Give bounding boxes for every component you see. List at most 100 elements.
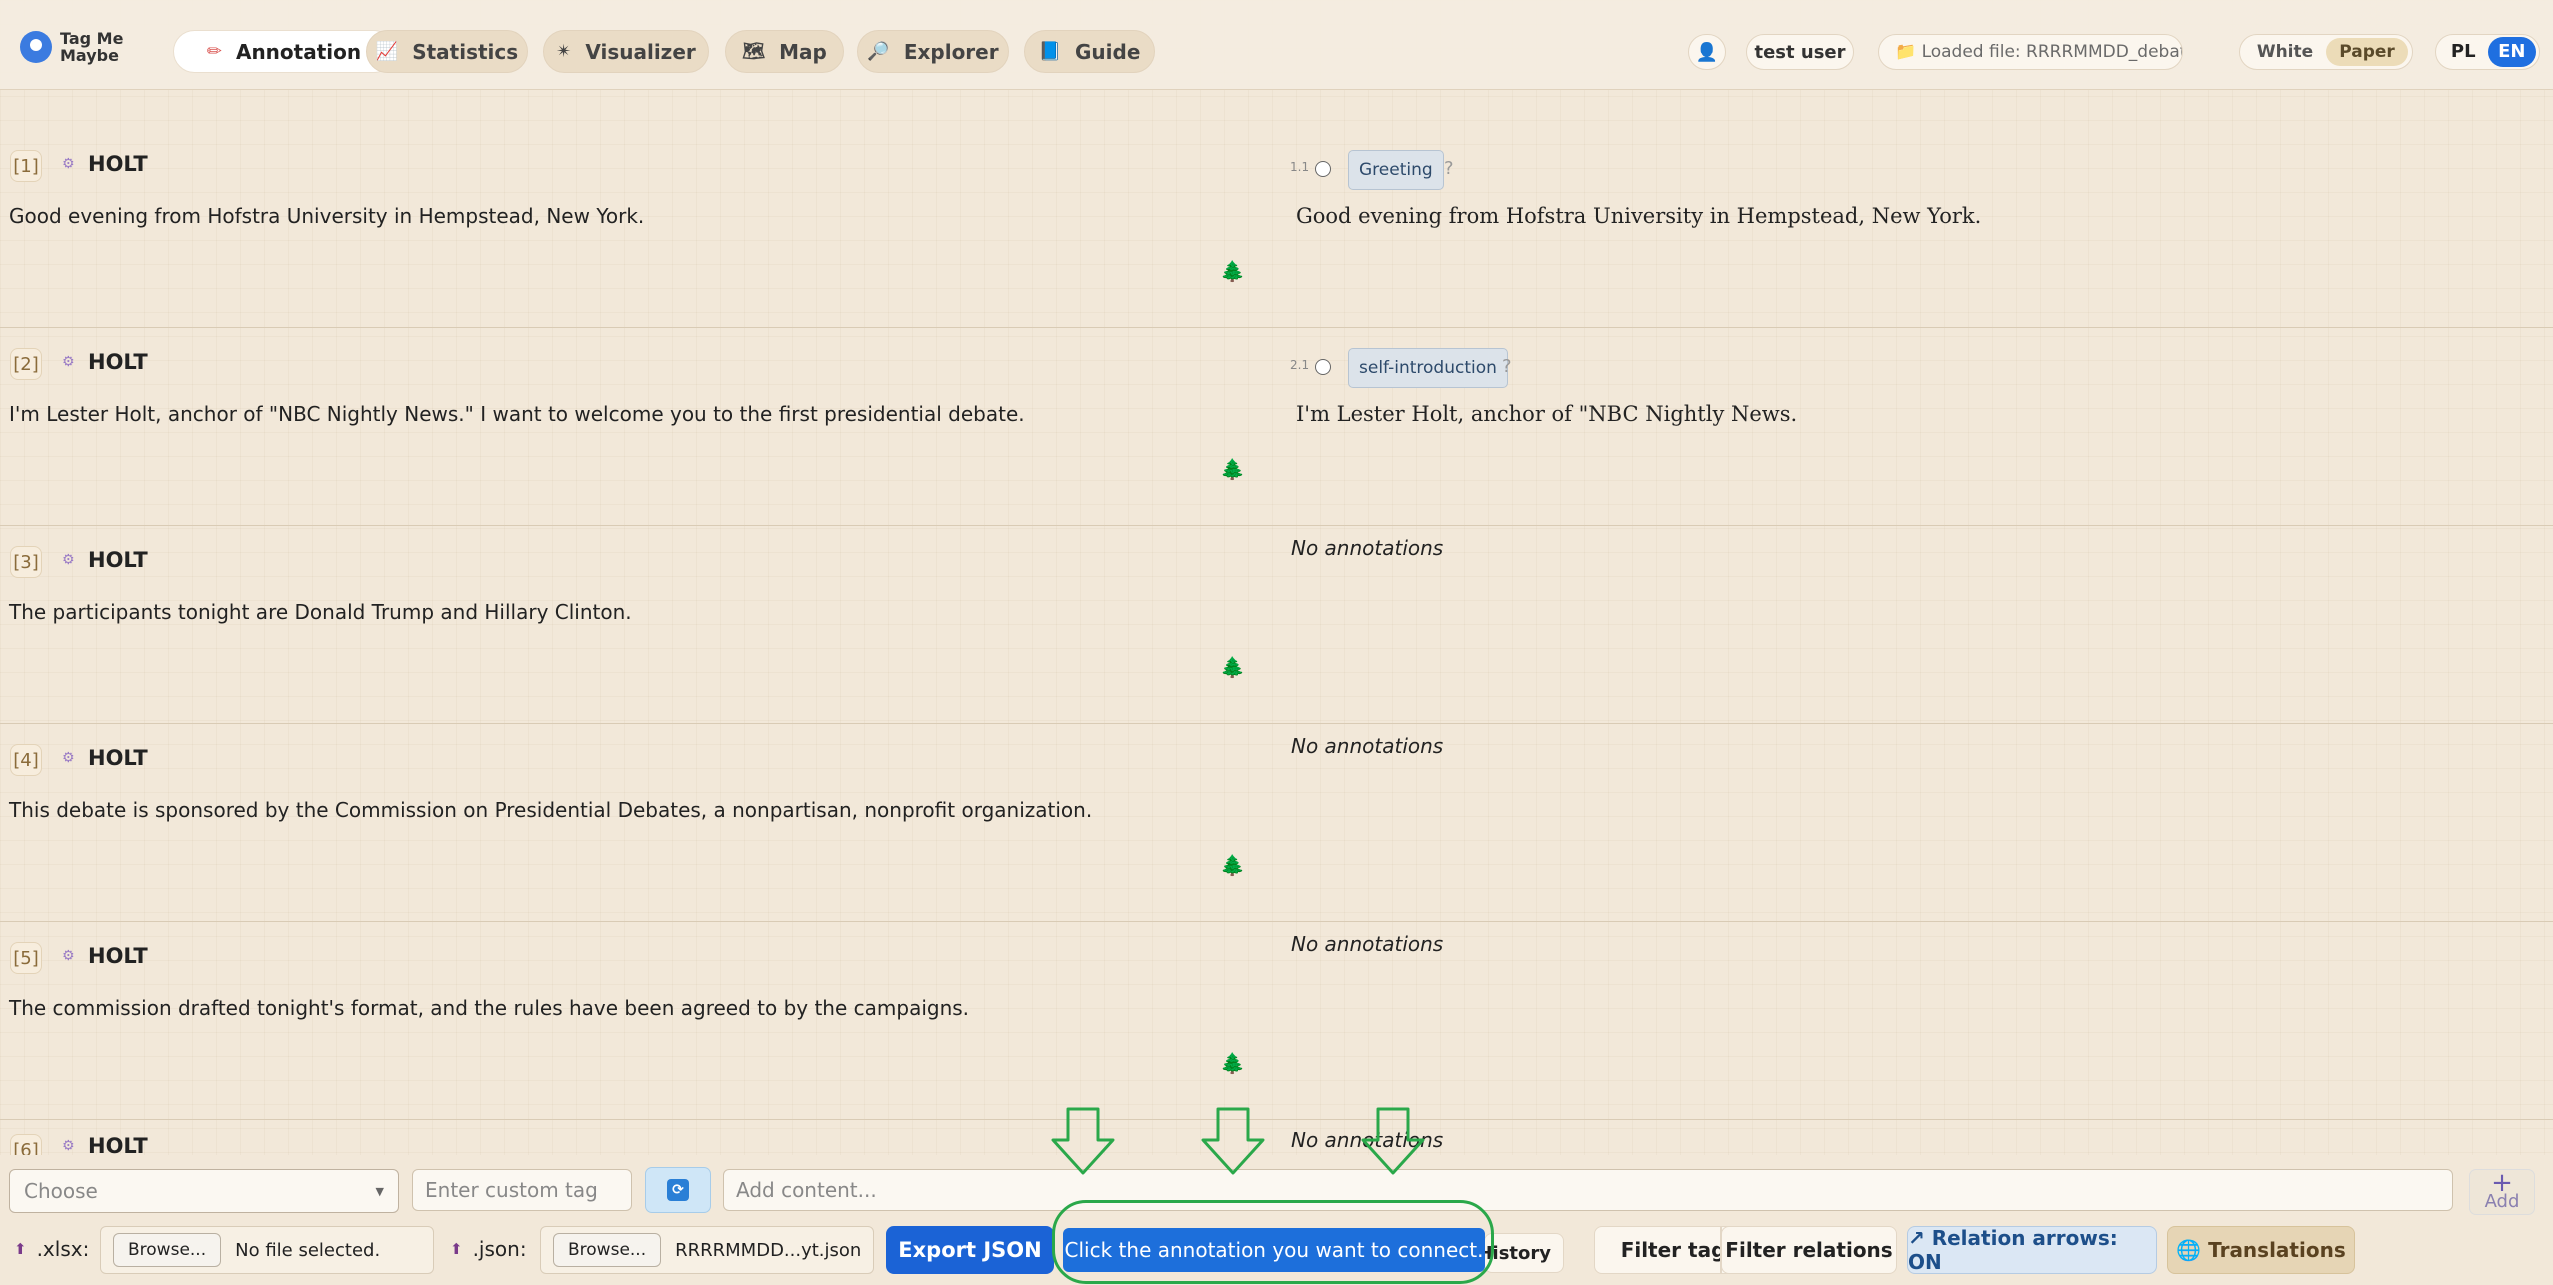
segment-text[interactable]: I'm Lester Holt, anchor of "NBC Nightly … [9,402,1025,426]
no-annotations-label: No annotations [1291,734,1444,758]
gear-icon[interactable]: ⚙ [62,552,75,568]
json-file-name: RRRRMMDD...yt.json [675,1239,862,1261]
json-label: ⬆ .json: [450,1237,527,1261]
annotation-select-radio[interactable] [1315,359,1331,375]
no-annotations-label: No annotations [1291,536,1444,560]
annotation-text[interactable]: Good evening from Hofstra University in … [1296,204,1981,228]
gear-icon[interactable]: ⚙ [62,750,75,766]
tag-select-placeholder: Choose [24,1179,98,1203]
segment-row: [5] ⚙ HOLT The commission drafted tonigh… [0,922,2553,1120]
gear-icon[interactable]: ⚙ [62,948,75,964]
gear-icon[interactable]: ⚙ [62,156,75,172]
tree-icon[interactable]: 🌲 [1220,656,1245,678]
tree-icon[interactable]: 🌲 [1220,260,1245,282]
segment-text[interactable]: The commission drafted tonight's format,… [9,996,969,1020]
theme-white-option[interactable]: White [2244,38,2326,66]
xlsx-file-name: No file selected. [235,1239,381,1261]
segment-number: [1] [10,150,42,182]
relation-arrows-toggle[interactable]: ↗ Relation arrows: ON [1907,1226,2157,1274]
logo-line2: Maybe [60,46,119,65]
segment-text[interactable]: Good evening from Hofstra University in … [9,204,644,228]
speaker-name: HOLT [88,152,148,176]
down-arrow-icon [1051,1107,1115,1175]
refresh-icon: ⟳ [667,1179,689,1201]
content-input[interactable]: Add content... [723,1169,2453,1211]
tree-icon[interactable]: 🌲 [1220,854,1245,876]
refresh-button[interactable]: ⟳ [645,1167,711,1213]
book-icon: 📘 [1038,41,1062,62]
loaded-file-indicator: 📁 Loaded file: RRRRMMDD_debata_cbs n [1878,34,2183,70]
annotation-id: 1.1 [1290,160,1310,174]
chevron-down-icon: ▼ [375,1184,384,1198]
translations-button[interactable]: 🌐 Translations [2167,1226,2355,1274]
custom-tag-input[interactable]: Enter custom tag [412,1169,632,1211]
tree-icon[interactable]: 🌲 [1220,1052,1245,1074]
speaker-name: HOLT [88,548,148,572]
user-icon: 👤 [1695,41,1719,63]
add-label: Add [2484,1191,2520,1212]
tab-statistics-label: Statistics [412,39,519,64]
tab-guide-label: Guide [1075,39,1141,64]
tab-map[interactable]: 🗺 Map [725,30,844,73]
theme-switch: White Paper [2239,34,2413,70]
segment-row: [4] ⚙ HOLT This debate is sponsored by t… [0,724,2553,922]
help-icon[interactable]: ? [1444,158,1454,179]
tab-annotation-label: Annotation [235,39,362,64]
lang-en-option[interactable]: EN [2487,37,2536,67]
no-annotations-label: No annotations [1291,932,1444,956]
theme-paper-option[interactable]: Paper [2326,38,2408,66]
annotation-tag[interactable]: self-introduction [1348,348,1508,388]
user-avatar[interactable]: 👤 [1688,34,1726,70]
user-name[interactable]: test user [1746,34,1854,70]
tab-explorer-label: Explorer [903,39,999,64]
xlsx-file-input[interactable]: Browse... No file selected. [100,1226,434,1274]
json-browse-button[interactable]: Browse... [553,1233,662,1267]
down-arrow-icon [1361,1107,1425,1175]
lang-pl-option[interactable]: PL [2439,37,2488,67]
logo-icon [20,31,52,63]
help-icon[interactable]: ? [1502,356,1512,377]
annotation-id: 2.1 [1290,358,1310,372]
annotation-text[interactable]: I'm Lester Holt, anchor of "NBC Nightly … [1296,402,1797,426]
filter-relations-button[interactable]: Filter relations [1721,1226,1897,1274]
annotation-select-radio[interactable] [1315,161,1331,177]
tab-guide[interactable]: 📘 Guide [1024,30,1155,73]
segment-number: [4] [10,744,42,776]
segment-row: [2] ⚙ HOLT I'm Lester Holt, anchor of "N… [0,328,2553,526]
segment-text[interactable]: The participants tonight are Donald Trum… [9,600,632,624]
annotation-tag[interactable]: Greeting [1348,150,1444,190]
tab-statistics[interactable]: 📈 Statistics [366,30,528,73]
tree-icon[interactable]: 🌲 [1220,458,1245,480]
segment-row: [1] ⚙ HOLT Good evening from Hofstra Uni… [0,130,2553,328]
segment-text[interactable]: This debate is sponsored by the Commissi… [9,798,1092,822]
top-bar: Tag Me Maybe ✏ Annotation 📈 Statistics ✴… [0,0,2553,90]
plus-icon: + [2491,1168,2513,1198]
speaker-name: HOLT [88,350,148,374]
tab-visualizer-label: Visualizer [585,39,696,64]
tag-select[interactable]: Choose ▼ [9,1169,399,1213]
speaker-name: HOLT [88,746,148,770]
segment-row: [6] ⚙ HOLT No annotations [0,1120,2553,1155]
app-logo[interactable]: Tag Me Maybe [20,30,130,64]
upload-icon: ⬆ [14,1240,27,1258]
xlsx-browse-button[interactable]: Browse... [113,1233,222,1267]
connect-hint-toast: Click the annotation you want to connect… [1063,1228,1485,1272]
add-button[interactable]: + Add [2469,1169,2535,1215]
upload-icon: ⬆ [450,1240,463,1258]
gear-icon[interactable]: ⚙ [62,1138,75,1154]
segment-number: [2] [10,348,42,380]
tab-map-label: Map [779,39,827,64]
down-arrow-icon [1201,1107,1265,1175]
json-file-input[interactable]: Browse... RRRRMMDD...yt.json [540,1226,874,1274]
tab-visualizer[interactable]: ✴ Visualizer [543,30,709,73]
pencil-icon: ✏ [206,41,222,62]
map-icon: 🗺 [742,41,766,62]
gear-icon[interactable]: ⚙ [62,354,75,370]
tab-annotation[interactable]: ✏ Annotation [173,30,395,73]
segment-row: [3] ⚙ HOLT The participants tonight are … [0,526,2553,724]
export-json-button[interactable]: Export JSON [886,1226,1054,1274]
xlsx-label: ⬆ .xlsx: [14,1237,90,1261]
speaker-name: HOLT [88,944,148,968]
history-button[interactable]: History [1484,1233,1564,1273]
tab-explorer[interactable]: 🔎 Explorer [857,30,1009,73]
